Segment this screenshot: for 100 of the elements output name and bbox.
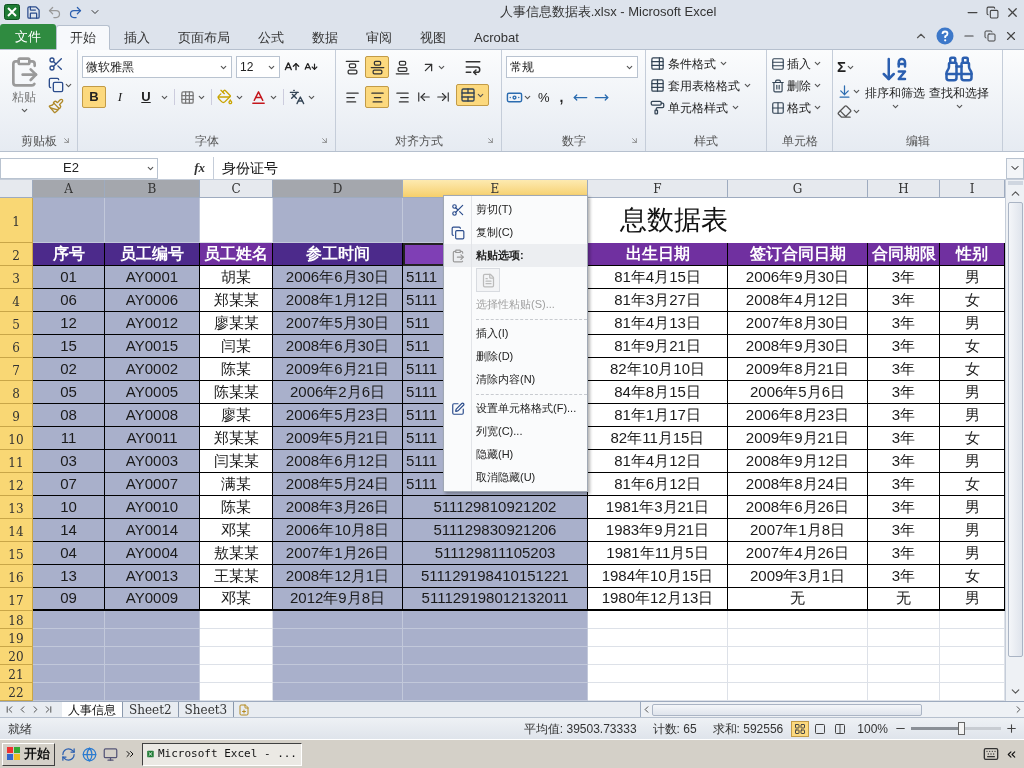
conditional-format-button[interactable]: 条件格式 [650,54,752,73]
view-button[interactable] [791,720,810,737]
more-icon[interactable] [124,748,136,760]
keyboard-icon[interactable] [983,746,999,762]
borders-icon[interactable] [180,89,195,105]
formula-field[interactable]: 身份证号 [214,157,1006,179]
taskbar-button[interactable]: Microsoft Excel - ... [142,742,302,766]
paste-button[interactable]: 粘贴 [4,54,44,115]
zoom-slider-thumb[interactable] [957,722,965,735]
column-header[interactable]: F [588,180,728,198]
horizontal-scrollbar[interactable] [640,702,1024,717]
expand-formula-button[interactable] [1006,157,1024,179]
dialog-launcher-icon[interactable] [630,136,639,145]
underline-button[interactable]: U [134,86,158,108]
autosum-button[interactable]: Σ [837,56,861,79]
close-icon[interactable] [1004,29,1018,43]
menu-item[interactable]: 复制(C) [444,221,587,244]
file-tab[interactable]: 文件 [0,24,56,49]
insert-function-button[interactable]: fx [194,158,205,178]
zoom-slider-track[interactable] [911,727,1001,730]
wrap-text-icon[interactable] [463,58,482,76]
zoom-in-icon[interactable] [1005,722,1018,735]
row-header[interactable]: 20 [0,647,33,665]
column-header[interactable]: E [403,180,588,198]
ribbon-tab[interactable]: Acrobat [460,25,533,50]
column-header[interactable]: D [273,180,403,198]
scissors-icon[interactable] [48,56,64,72]
column-header[interactable]: A [33,180,105,198]
menu-item[interactable]: 剪切(T) [444,198,587,221]
delete-cells-button[interactable]: 删除 [771,76,822,95]
comma-button[interactable]: , [555,87,568,108]
vertical-scrollbar[interactable] [1005,180,1024,701]
insert-cells-button[interactable]: 插入 [771,54,822,73]
help-icon[interactable] [936,27,954,45]
fill-color-icon[interactable] [217,89,233,105]
sort-filter-button[interactable]: 排序和筛选 [865,54,925,111]
row-header[interactable]: 10 [0,427,33,450]
ribbon-tab[interactable]: 页面布局 [164,25,244,50]
last-sheet-icon[interactable] [43,704,54,715]
copy-icon[interactable] [48,77,64,93]
browser-icon[interactable] [82,746,97,762]
bold-button[interactable]: B [82,86,106,108]
number-format-field[interactable]: 常规 [506,56,638,78]
ribbon-tab[interactable]: 插入 [110,25,164,50]
horizontal-align-button[interactable] [365,86,389,108]
row-header[interactable]: 4 [0,289,33,312]
ribbon-tab[interactable]: 视图 [406,25,460,50]
column-header[interactable]: C [200,180,273,198]
row-header[interactable]: 8 [0,381,33,404]
row-header[interactable]: 18 [0,611,33,629]
save-icon[interactable] [26,4,41,20]
font-color-icon[interactable] [250,88,267,106]
find-select-button[interactable]: 查找和选择 [929,54,989,111]
row-header[interactable]: 22 [0,683,33,701]
ribbon-tab[interactable]: 公式 [244,25,298,50]
sheet-tab[interactable]: 人事信息 [62,701,123,718]
column-header[interactable]: I [940,180,1005,198]
ribbon-tab[interactable]: 开始 [56,25,110,50]
ribbon-tab[interactable]: 数据 [298,25,352,50]
restore-icon[interactable] [984,30,996,42]
row-header[interactable]: 9 [0,404,33,427]
format-as-table-button[interactable]: 套用表格格式 [650,76,752,95]
column-header[interactable]: G [728,180,868,198]
decrease-indent-icon[interactable] [417,90,431,104]
monitor-icon[interactable] [103,746,118,762]
font-name-field[interactable]: 微软雅黑 [82,56,232,78]
vertical-align-button[interactable] [365,56,389,78]
eraser-icon[interactable] [837,103,852,119]
row-header[interactable]: 13 [0,496,33,519]
name-box[interactable]: E2 [0,157,158,179]
percent-button[interactable]: % [538,87,550,108]
merge-center-button[interactable] [456,84,489,106]
scrollbar-thumb[interactable] [1007,202,1023,657]
fill-icon[interactable] [837,83,852,99]
row-header[interactable]: 15 [0,542,33,565]
phonetic-icon[interactable] [289,89,305,105]
redo-icon[interactable] [68,4,83,20]
cell-styles-button[interactable]: 单元格样式 [650,98,752,117]
row-header[interactable]: 21 [0,665,33,683]
italic-button[interactable]: I [108,86,132,108]
format-painter-icon[interactable] [48,98,64,114]
dialog-launcher-icon[interactable] [320,136,329,145]
row-header[interactable]: 12 [0,473,33,496]
row-header[interactable]: 19 [0,629,33,647]
row-header[interactable]: 3 [0,266,33,289]
row-header[interactable]: 7 [0,358,33,381]
start-button[interactable]: 开始 [2,742,55,766]
row-header[interactable]: 14 [0,519,33,542]
column-header[interactable]: H [868,180,940,198]
first-sheet-icon[interactable] [4,704,15,715]
row-header[interactable]: 6 [0,335,33,358]
row-header[interactable]: 16 [0,565,33,588]
row-header[interactable]: 1 [0,198,33,243]
dialog-launcher-icon[interactable] [62,136,71,145]
row-header[interactable]: 11 [0,450,33,473]
font-size-field[interactable]: 12 [236,56,280,78]
column-header[interactable]: B [105,180,200,198]
scrollbar-thumb[interactable] [652,703,923,716]
format-cells-button[interactable]: 格式 [771,98,822,117]
restore-icon[interactable] [986,5,999,19]
